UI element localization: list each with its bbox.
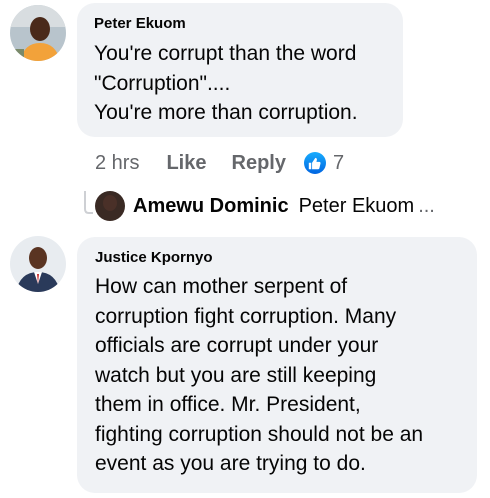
comment-bubble: Justice Kpornyo How can mother serpent o… — [77, 237, 477, 493]
avatar-justice-kpornyo[interactable] — [10, 236, 66, 292]
thumbs-up-icon[interactable] — [303, 152, 326, 174]
avatar-peter-ekuom[interactable] — [10, 5, 66, 61]
reply-author[interactable]: Amewu Dominic — [133, 195, 289, 218]
reaction-count[interactable]: 7 — [333, 152, 344, 175]
comment-actions: 2 hrs Like Reply 7 — [95, 148, 344, 178]
comment-timestamp[interactable]: 2 hrs — [95, 152, 139, 175]
like-button[interactable]: Like — [166, 152, 206, 175]
reply-ellipsis: ... — [418, 194, 435, 217]
reply-button[interactable]: Reply — [232, 152, 286, 175]
comments-section: Peter Ekuom You're corrupt than the word… — [0, 0, 490, 498]
comment-author[interactable]: Peter Ekuom — [94, 15, 386, 33]
avatar-amewu-dominic[interactable] — [95, 191, 125, 221]
reply-preview-text: Peter Ekuom — [298, 194, 415, 217]
comment-author[interactable]: Justice Kpornyo — [95, 249, 459, 267]
comment-text: How can mother serpent of corruption fig… — [95, 275, 424, 475]
comment-bubble: Peter Ekuom You're corrupt than the word… — [77, 3, 403, 137]
reply-arrow-icon — [84, 191, 93, 214]
reply-thread-preview[interactable]: Amewu Dominic Peter Ekuom ... — [83, 188, 435, 224]
comment-text: You're corrupt than the word "Corruption… — [94, 42, 358, 124]
